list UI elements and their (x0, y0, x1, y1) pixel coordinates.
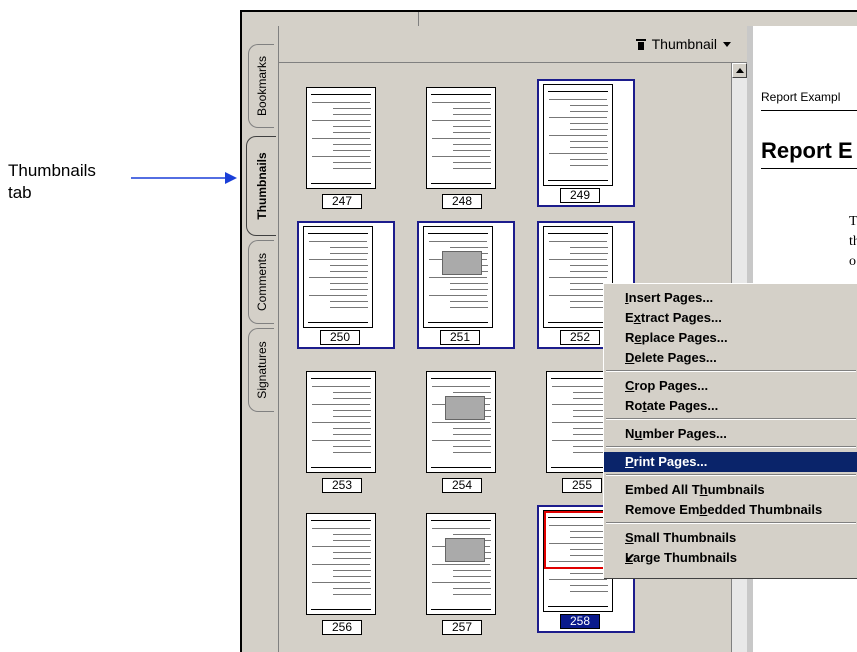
scroll-up-arrow-icon[interactable] (732, 63, 747, 78)
callout-label: Thumbnails tab (8, 160, 138, 204)
page-thumbnail[interactable]: 250 (297, 221, 395, 349)
menu-item-print-pages[interactable]: Print Pages... (604, 452, 857, 472)
page-thumbnail[interactable]: 256 (299, 507, 397, 635)
menu-item-remove-embedded-thumbnails[interactable]: Remove Embedded Thumbnails (604, 500, 857, 520)
header-rule (761, 110, 857, 111)
tab-thumbnails[interactable]: Thumbnails (246, 136, 276, 236)
menu-item-label: Number Pages... (625, 426, 727, 441)
page-preview (543, 84, 613, 186)
navigation-tab-strip: Bookmarks Thumbnails Comments Signatures (242, 26, 279, 652)
body-line: th (849, 234, 857, 249)
menu-item-number-pages[interactable]: Number Pages... (604, 424, 857, 444)
menu-item-label: Print Pages... (625, 454, 708, 469)
page-preview (426, 513, 496, 615)
menu-item-label: Extract Pages... (625, 310, 722, 325)
menu-item-label: Delete Pages... (625, 350, 717, 365)
page-thumbnail[interactable]: 247 (299, 81, 397, 209)
chevron-down-icon (723, 41, 731, 47)
menu-separator (606, 522, 856, 524)
menu-item-crop-pages[interactable]: Crop Pages... (604, 376, 857, 396)
top-bar (242, 12, 857, 27)
page-number-label: 258 (560, 614, 600, 629)
menu-item-insert-pages[interactable]: Insert Pages... (604, 288, 857, 308)
menu-item-large-thumbnails[interactable]: ✔ Large Thumbnails (604, 548, 857, 568)
menu-item-label: Small Thumbnails (625, 530, 737, 545)
menu-item-small-thumbnails[interactable]: Small Thumbnails (604, 528, 857, 548)
body-line: T (849, 214, 857, 229)
page-thumbnail[interactable]: 251 (417, 221, 515, 349)
page-number-label: 253 (322, 478, 362, 493)
title-rule (761, 168, 857, 169)
tab-signatures[interactable]: Signatures (248, 328, 274, 412)
page-preview (426, 87, 496, 189)
callout-line-2: tab (8, 183, 32, 202)
menu-item-label: Insert Pages... (625, 290, 714, 305)
thumbnail-menu-button[interactable]: Thumbnail (635, 36, 731, 52)
page-number-label: 254 (442, 478, 482, 493)
document-body-text: T th o (849, 212, 857, 272)
body-line: o (849, 254, 856, 269)
document-title: Report E (761, 138, 853, 163)
crop-box-outline (544, 511, 612, 569)
menu-item-delete-pages[interactable]: Delete Pages... (604, 348, 857, 368)
menu-item-label: Crop Pages... (625, 378, 709, 393)
page-number-label: 252 (560, 330, 600, 345)
tab-comments[interactable]: Comments (248, 240, 274, 324)
page-number-label: 255 (562, 478, 602, 493)
menu-item-replace-pages[interactable]: Replace Pages... (604, 328, 857, 348)
page-preview (306, 371, 376, 473)
thumbnail-menu-label: Thumbnail (651, 36, 717, 52)
page-thumbnail[interactable]: 248 (419, 81, 517, 209)
page-preview (306, 513, 376, 615)
page-preview (306, 87, 376, 189)
page-preview (423, 226, 493, 328)
page-number-label: 247 (322, 194, 362, 209)
page-number-label: 251 (440, 330, 480, 345)
page-thumbnail[interactable]: 257 (419, 507, 517, 635)
menu-separator (606, 370, 856, 372)
menu-item-label: Replace Pages... (625, 330, 728, 345)
tab-label: Signatures (254, 341, 269, 399)
page-preview (426, 371, 496, 473)
menu-separator (606, 474, 856, 476)
callout-line-1: Thumbnails (8, 161, 96, 180)
page-number-label: 250 (320, 330, 360, 345)
page-thumbnail[interactable]: 253 (299, 365, 397, 493)
page-number-label: 248 (442, 194, 482, 209)
menu-item-embed-all-thumbnails[interactable]: Embed All Thumbnails (604, 480, 857, 500)
menu-item-label: Rotate Pages... (625, 398, 719, 413)
menu-item-label: Remove Embedded Thumbnails (625, 502, 823, 517)
page-number-label: 249 (560, 188, 600, 203)
menu-item-rotate-pages[interactable]: Rotate Pages... (604, 396, 857, 416)
page-number-label: 257 (442, 620, 482, 635)
panel-header: Thumbnail (279, 26, 747, 63)
menu-item-label: Embed All Thumbnails (625, 482, 765, 497)
tab-label: Comments (254, 252, 269, 312)
menu-separator (606, 418, 856, 420)
menu-item-extract-pages[interactable]: Extract Pages... (604, 308, 857, 328)
tab-label: Bookmarks (254, 55, 269, 117)
page-preview (303, 226, 373, 328)
tab-bookmarks[interactable]: Bookmarks (248, 44, 274, 128)
tab-label: Thumbnails (254, 152, 269, 220)
document-header: Report Exampl (761, 90, 841, 104)
page-thumbnail[interactable]: 249 (537, 79, 635, 207)
page-number-label: 256 (322, 620, 362, 635)
menu-separator (606, 446, 856, 448)
menu-item-label: Large Thumbnails (625, 550, 737, 565)
callout-arrow (131, 172, 237, 184)
page-thumbnail[interactable]: 254 (419, 365, 517, 493)
trash-icon[interactable] (635, 38, 646, 50)
thumbnail-context-menu: Insert Pages... Extract Pages... Replace P… (603, 283, 857, 578)
